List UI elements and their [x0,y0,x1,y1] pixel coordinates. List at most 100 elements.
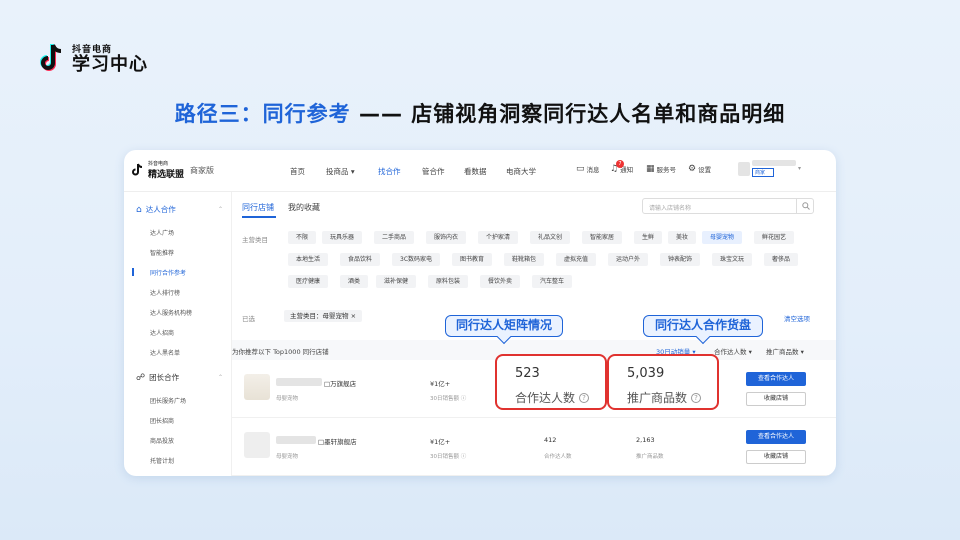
sidebar-item-agency-ranking[interactable]: 达人服务机构榜 [150,308,192,317]
sort-products[interactable]: 推广商品数 ▾ [766,346,804,356]
category-filter-label: 主营类目 [242,236,268,244]
help-icon[interactable]: ? [691,392,702,403]
sales-label: 30日销售额 ⓘ [430,396,467,402]
sidebar-item-leader-recruit[interactable]: 团长招商 [150,416,174,425]
category-chip[interactable]: 本地生活 [288,253,329,266]
selected-filter-chip[interactable]: 主营类目：母婴宠物 × [284,310,363,322]
category-chip[interactable]: 生鲜 [634,231,663,244]
sidebar-item-managed-plan[interactable]: 托管计划 [150,456,174,465]
category-chip[interactable]: 虚拟充值 [556,253,597,266]
products-label: 推广商品数 [636,454,664,460]
view-creators-button[interactable]: 查看合作达人 [746,372,806,386]
category-chip[interactable]: 滋补保健 [376,275,417,288]
category-chip[interactable]: 奢侈品 [764,253,799,266]
sidebar-group-leader-cooperation[interactable]: ☍ 团长合作 ⌃ [136,372,223,383]
notify-button[interactable]: ♫ 7 通知 [610,160,633,174]
nav-home[interactable]: 首页 [290,166,305,177]
sales-value: ¥1亿+ [430,438,451,446]
category-chip[interactable]: 礼品文创 [530,231,571,244]
shop-thumbnail [244,374,270,400]
sidebar-item-smart-recommend[interactable]: 智能推荐 [150,248,174,257]
platform-screenshot: 抖音电商 精选联盟 商家版 首页 投商品 ▾ 找合作 管合作 看数据 电商大学 … [124,150,836,476]
sidebar-group-creator-cooperation[interactable]: ⌂ 达人合作 ⌃ [136,204,223,215]
highlight-products-value: 5,039 [627,366,665,381]
creators-label: 合作达人数 [544,454,572,460]
active-indicator [132,268,134,276]
category-chip[interactable]: 个护家清 [478,231,519,244]
settings-label: 设置 [698,166,712,174]
category-chip[interactable]: 3C数码家电 [392,253,441,266]
shop-thumbnail [244,432,270,458]
category-chip[interactable]: 图书教育 [452,253,493,266]
category-chip[interactable]: 鲜花园艺 [754,231,795,244]
tab-my-favorites[interactable]: 我的收藏 [288,202,320,213]
category-chip[interactable]: 珠宝文玩 [712,253,753,266]
category-chip[interactable]: 医疗健康 [288,275,329,288]
message-button[interactable]: ▭ 消息 [576,164,600,174]
category-chip[interactable]: 食品饮料 [340,253,381,266]
page-title-rest: —— 店铺视角洞察同行达人名单和商品明细 [350,102,786,126]
category-chip[interactable]: 酒类 [340,275,369,288]
highlight-products-label-text: 推广商品数 [627,391,688,405]
category-chip-active[interactable]: 母婴宠物 [702,231,743,244]
favorite-shop-button[interactable]: 收藏店铺 [746,392,806,406]
view-creators-button[interactable]: 查看合作达人 [746,430,806,444]
sidebar-item-creator-plaza[interactable]: 达人广场 [150,228,174,237]
nav-manage-cooperation[interactable]: 管合作 [422,166,445,177]
category-chip[interactable]: 玩具乐器 [322,231,363,244]
callout-creator-product-pool: 同行达人合作货盘 [643,315,763,345]
category-chip[interactable]: 智能家居 [582,231,623,244]
clear-all-link[interactable]: 清空选项 [784,313,810,323]
shop-category: 母婴宠物 [276,396,299,402]
platform-logo[interactable]: 抖音电商 精选联盟 商家版 [132,160,214,180]
sidebar-item-creator-recruit[interactable]: 达人招商 [150,328,174,337]
sidebar-item-product-placement[interactable]: 商品投放 [150,436,174,445]
category-chip[interactable]: 二手商品 [374,231,415,244]
sidebar-item-leader-plaza[interactable]: 团长服务广场 [150,396,186,405]
avatar [738,161,750,176]
platform-logo-small: 抖音电商 [148,161,169,167]
search-icon [801,202,810,210]
user-name-blurred [752,160,796,166]
shop-search-input[interactable]: 请输入店铺名称 [642,198,814,214]
category-chip[interactable]: 服饰内衣 [426,231,467,244]
highlight-products-label: 推广商品数? [627,389,702,406]
highlight-creators-value: 523 [515,366,540,381]
sidebar-item-creator-ranking[interactable]: 达人排行榜 [150,288,180,297]
nav-data[interactable]: 看数据 [464,166,487,177]
highlight-creators-label: 合作达人数? [515,389,590,406]
help-icon[interactable]: ? [579,392,590,403]
selected-label: 已选 [242,315,255,323]
nav-find-cooperation[interactable]: 找合作 [378,166,401,177]
chevron-down-icon: ▾ [798,165,802,172]
settings-button[interactable]: ⚙ 设置 [688,164,711,174]
service-account-button[interactable]: ▦ 服务号 [646,164,676,174]
nav-products[interactable]: 投商品 ▾ [326,166,355,177]
shop-name[interactable]: □墨轩旗舰店 [318,436,357,446]
category-chip[interactable]: 鞋靴箱包 [504,253,545,266]
active-tab-underline [242,216,276,218]
message-icon: ▭ [576,164,585,174]
sort-creators[interactable]: 合作达人数 ▾ [714,346,752,356]
sidebar-item-creator-blacklist[interactable]: 达人黑名单 [150,348,180,357]
search-button[interactable] [796,198,814,214]
sidebar-item-peer-reference[interactable]: 同行合作参考 [150,268,186,277]
products-count: 2,163 [636,436,655,444]
service-label: 服务号 [656,166,677,174]
category-chip[interactable]: 汽车整车 [532,275,573,288]
tab-peer-shops[interactable]: 同行店铺 [242,202,274,213]
category-chip[interactable]: 餐饮外卖 [480,275,521,288]
category-chip[interactable]: 不限 [288,231,317,244]
category-chip[interactable]: 钟表配饰 [660,253,701,266]
nav-university[interactable]: 电商大学 [506,166,536,177]
gear-icon: ⚙ [688,164,697,174]
highlight-creators-count: 523 合作达人数? [495,354,607,410]
category-chip[interactable]: 运动户外 [608,253,649,266]
favorite-shop-button[interactable]: 收藏店铺 [746,450,806,464]
user-menu[interactable]: 商家 ▾ [738,160,801,177]
highlight-creators-label-text: 合作达人数 [515,391,576,405]
user-tag: 商家 [752,168,774,177]
category-chip[interactable]: 原料包装 [428,275,469,288]
shop-name[interactable]: □万旗舰店 [324,378,356,388]
category-chip[interactable]: 美妆 [668,231,697,244]
